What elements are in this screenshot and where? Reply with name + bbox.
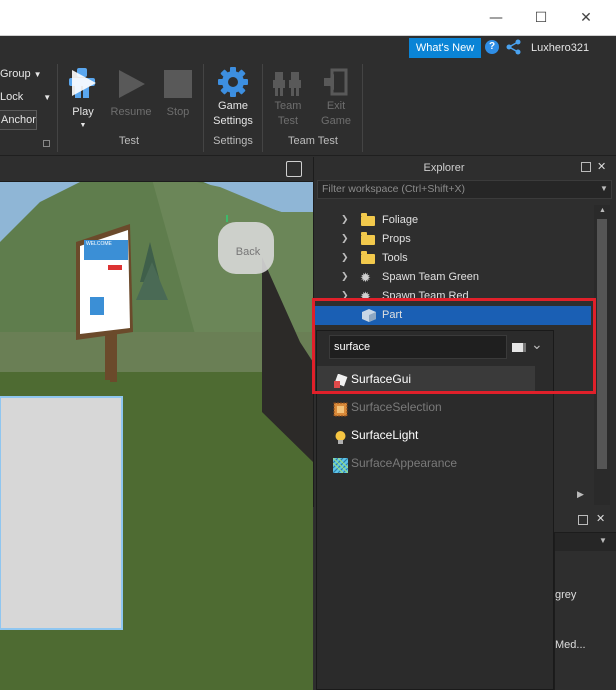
ribbon-divider [203,64,204,152]
result-label: SurfaceSelection [351,400,442,414]
ribbon-divider [362,64,363,152]
resume-button[interactable]: Resume [108,66,154,118]
play-button[interactable]: Play ▼ [64,66,102,132]
exit-game-line1: Exit [326,100,346,112]
play-icon [69,68,96,98]
chevron-down-icon: ▼ [79,122,87,129]
surfaceselection-icon [333,400,348,417]
result-surfaceappearance[interactable]: SurfaceAppearance [317,450,555,477]
chevron-right-icon[interactable]: ❯ [341,234,351,244]
exit-game-button[interactable]: Exit Game [316,66,356,132]
chevron-right-icon[interactable]: ❯ [341,215,351,225]
game-settings-line2: Settings [213,115,253,127]
lock-label: Lock [0,91,24,103]
window-title-bar: — ☐ ✕ [0,0,616,36]
spawn-icon: ✹ [360,271,371,286]
username-label[interactable]: Luxhero321 [531,42,589,54]
chevron-right-icon[interactable]: ❯ [341,272,351,282]
tree-item-label: Foliage [382,214,419,226]
surfaceappearance-icon [332,456,349,474]
property-value[interactable]: grey [555,589,576,601]
expand-group-icon[interactable] [43,140,50,147]
chevron-down-icon[interactable]: ▼ [600,184,608,193]
properties-header: ✕ [554,507,616,533]
tree-item-label: Spawn Team Green [382,271,480,283]
result-surfacelight[interactable]: SurfaceLight [317,422,555,449]
close-button[interactable]: ✕ [576,8,596,28]
scene-render [0,182,313,690]
ribbon-toolbar: Group ▼ Lock ▼ Anchor Play ▼ Resume Stop … [0,60,616,156]
device-emulator-icon[interactable] [286,161,302,177]
group-button[interactable]: Group ▼ [0,68,42,80]
property-value[interactable]: Med... [555,639,586,651]
ribbon-divider [57,64,58,152]
help-icon[interactable]: ? [485,40,499,54]
tree-item-props[interactable]: ❯ Props [314,230,594,249]
chevron-right-icon[interactable]: ❯ [341,253,351,263]
tree-item-spawn-green[interactable]: ❯ ✹ Spawn Team Green [314,268,594,287]
team-test-line2: Test [277,115,299,127]
result-label: SurfaceAppearance [351,456,458,470]
result-surfaceselection[interactable]: SurfaceSelection [317,394,555,421]
resume-icon [119,70,145,98]
dock-icon[interactable] [578,515,588,525]
ribbon-divider [262,64,263,152]
gear-icon [218,67,248,97]
lock-button[interactable]: Lock ▼ [0,91,51,103]
3d-viewport[interactable]: Back WELCOME [0,182,313,690]
anchor-label: Anchor [1,114,36,126]
tree-item-tools[interactable]: ❯ Tools [314,249,594,268]
sign-title: WELCOME [86,241,112,247]
filter-workspace-input[interactable]: Filter workspace (Ctrl+Shift+X) [317,180,612,199]
stop-button[interactable]: Stop [160,66,196,118]
play-label: Play [72,106,94,118]
whats-new-button[interactable]: What's New [409,38,481,58]
viewport-tab-bar [0,157,313,182]
resume-label: Resume [110,106,152,118]
settings-group-label: Settings [213,135,253,147]
lightbulb-icon [333,428,348,444]
folder-icon [361,232,375,245]
tree-item-label: Props [382,233,411,245]
anchor-toggle[interactable]: Anchor [0,110,37,130]
close-icon[interactable]: ✕ [596,512,605,525]
exit-icon [324,68,348,96]
folder-icon [361,251,375,264]
scrollbar-thumb[interactable] [597,219,607,469]
chevron-down-icon[interactable]: ▼ [599,536,607,545]
annotation-highlight-box [312,298,596,394]
properties-filter[interactable]: ▼ [555,533,616,551]
game-settings-line1: Game [218,100,248,112]
stop-icon [164,70,192,98]
maximize-button[interactable]: ☐ [531,8,551,28]
scroll-up-icon[interactable]: ▲ [599,207,606,214]
folder-icon [361,213,375,226]
properties-panel: ▼ grey Med... [554,533,616,690]
stop-label: Stop [166,106,190,118]
test-group-label: Test [118,135,140,147]
minimize-button[interactable]: — [486,8,506,28]
chevron-down-icon: ▼ [33,70,42,79]
group-label: Group [0,68,31,80]
team-test-line1: Team [274,100,302,112]
scroll-right-icon[interactable]: ▶ [577,489,584,500]
exit-game-line2: Game [321,115,351,127]
team-test-group-label: Team Test [288,135,338,147]
tree-item-label: Tools [382,252,408,264]
result-label: SurfaceLight [351,428,419,442]
chevron-down-icon: ▼ [43,93,52,102]
team-test-icon [273,72,301,96]
explorer-scrollbar[interactable]: ▲ [594,205,610,505]
dock-icon[interactable] [581,162,591,172]
top-strip [0,36,616,60]
back-label[interactable]: Back [228,246,268,258]
team-test-button[interactable]: Team Test [268,66,308,132]
explorer-title: Explorer [423,162,465,174]
close-icon[interactable]: ✕ [597,160,606,173]
tree-item-foliage[interactable]: ❯ Foliage [314,211,594,230]
game-settings-button[interactable]: Game Settings [208,66,258,132]
share-icon[interactable] [505,39,523,55]
